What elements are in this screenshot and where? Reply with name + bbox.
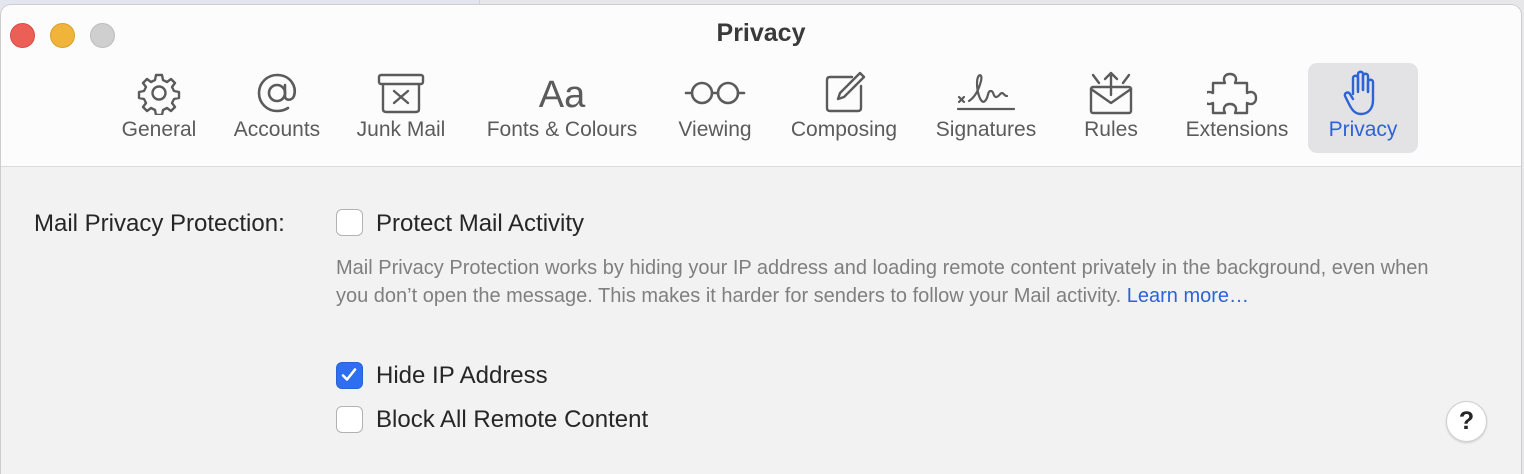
checkmark-icon xyxy=(341,368,357,381)
tab-fonts-colours[interactable]: Aa Fonts & Colours xyxy=(471,63,653,153)
tab-general[interactable]: General xyxy=(109,63,209,153)
envelope-rules-icon xyxy=(1063,69,1159,117)
tab-viewing-label: Viewing xyxy=(678,118,752,141)
tab-junk-mail-label: Junk Mail xyxy=(356,118,446,141)
block-remote-content-checkbox[interactable] xyxy=(336,406,363,433)
font-aa-icon: Aa xyxy=(471,69,653,117)
tab-viewing[interactable]: Viewing xyxy=(667,63,763,153)
at-sign-icon xyxy=(222,69,332,117)
protect-mail-activity-checkbox[interactable] xyxy=(336,209,363,236)
preferences-toolbar: General Accounts Junk Mail Aa Fonts & Co… xyxy=(1,63,1521,155)
glasses-icon xyxy=(667,69,763,117)
titlebar: Privacy General Accounts Junk Mail Aa Fo… xyxy=(1,5,1521,167)
tab-rules-label: Rules xyxy=(1084,118,1138,141)
window-title: Privacy xyxy=(716,19,806,47)
mail-privacy-protection-label: Mail Privacy Protection: xyxy=(34,210,285,237)
tab-extensions-label: Extensions xyxy=(1185,118,1289,141)
block-remote-content-label[interactable]: Block All Remote Content xyxy=(376,406,648,434)
tab-junk-mail[interactable]: Junk Mail xyxy=(345,63,457,153)
tab-composing-label: Composing xyxy=(790,118,898,141)
tab-rules[interactable]: Rules xyxy=(1063,63,1159,153)
junk-bin-icon xyxy=(345,69,457,117)
hide-ip-address-label[interactable]: Hide IP Address xyxy=(376,362,548,390)
signature-icon xyxy=(923,69,1049,117)
protect-mail-activity-label[interactable]: Protect Mail Activity xyxy=(376,210,584,238)
hide-ip-address-checkbox[interactable] xyxy=(336,362,363,389)
gear-icon xyxy=(109,69,209,117)
tab-accounts-label: Accounts xyxy=(233,118,321,141)
compose-pencil-icon xyxy=(777,69,911,117)
tab-general-label: General xyxy=(121,118,197,141)
tab-accounts[interactable]: Accounts xyxy=(222,63,332,153)
tab-fonts-colours-label: Fonts & Colours xyxy=(486,118,638,141)
tab-signatures[interactable]: Signatures xyxy=(923,63,1049,153)
tab-extensions[interactable]: Extensions xyxy=(1173,63,1301,153)
hand-icon xyxy=(1308,69,1418,117)
tab-signatures-label: Signatures xyxy=(935,118,1037,141)
privacy-description-text: Mail Privacy Protection works by hiding … xyxy=(336,257,1429,307)
puzzle-piece-icon xyxy=(1173,69,1301,117)
privacy-pane: Mail Privacy Protection: Protect Mail Ac… xyxy=(1,168,1521,474)
help-button[interactable]: ? xyxy=(1446,401,1487,442)
svg-text:Aa: Aa xyxy=(539,74,586,115)
privacy-description: Mail Privacy Protection works by hiding … xyxy=(336,254,1466,310)
preferences-window: Privacy General Accounts Junk Mail Aa Fo… xyxy=(0,4,1522,474)
tab-composing[interactable]: Composing xyxy=(777,63,911,153)
learn-more-link[interactable]: Learn more… xyxy=(1127,285,1249,307)
tab-privacy-label: Privacy xyxy=(1328,118,1398,141)
tab-privacy[interactable]: Privacy xyxy=(1308,63,1418,153)
